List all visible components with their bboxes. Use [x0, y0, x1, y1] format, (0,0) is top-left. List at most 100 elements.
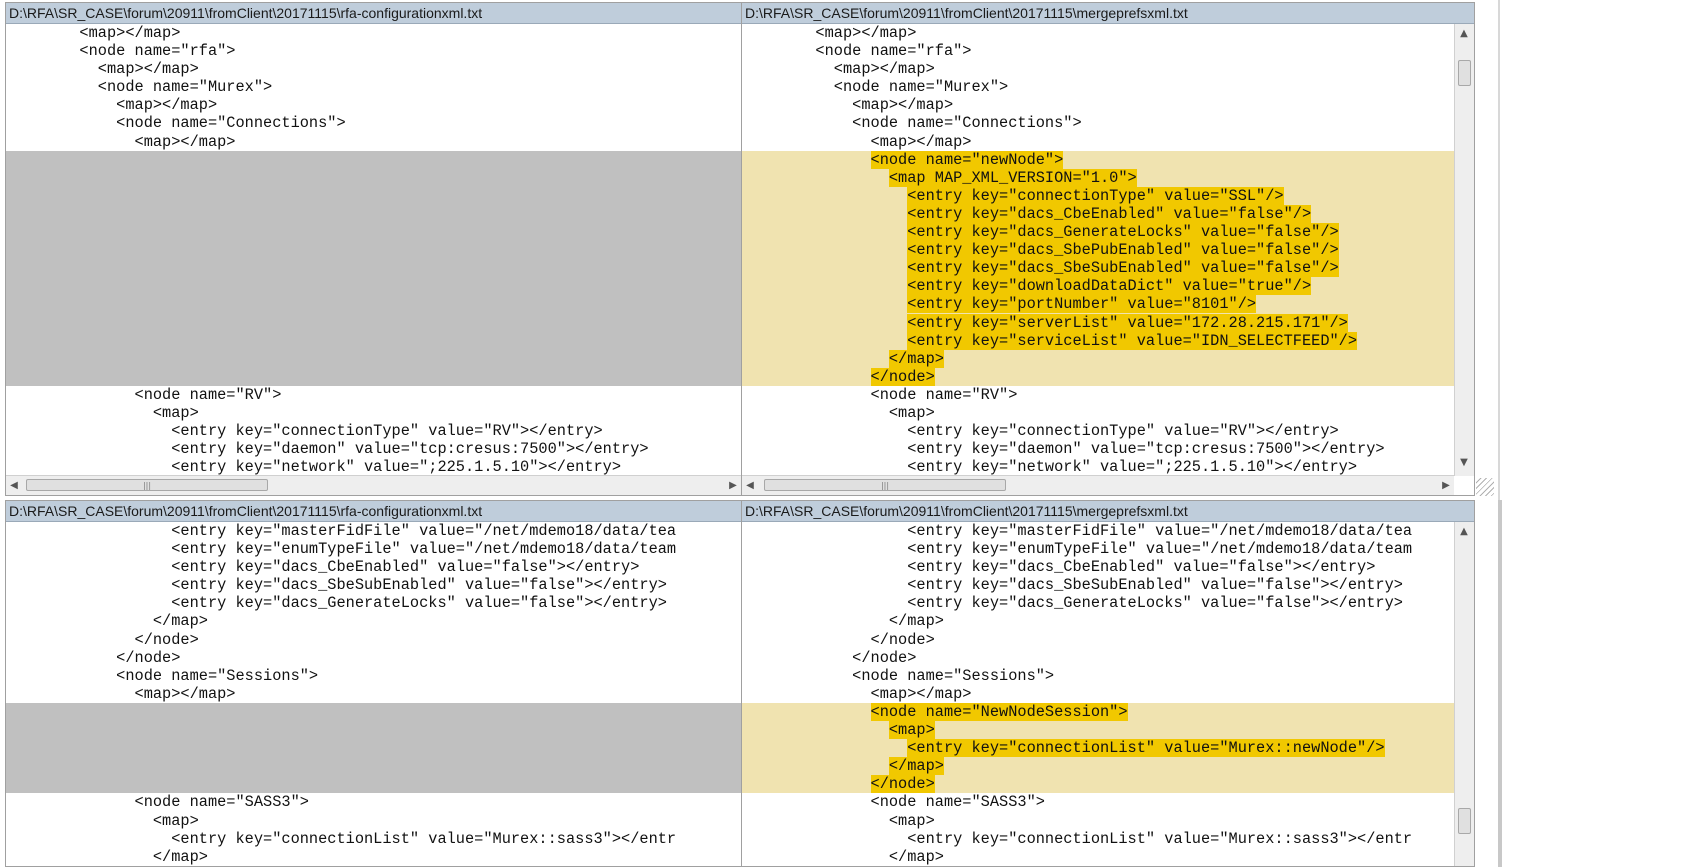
code-line: </map> — [6, 847, 208, 866]
vertical-scrollbar[interactable]: ▲ ▼ — [1454, 24, 1474, 476]
missing-line — [6, 204, 741, 224]
inserted-line: <entry key="serverList" value="172.28.21… — [742, 313, 1454, 332]
code-line: <node name="Connections"> — [6, 114, 346, 133]
missing-line — [6, 241, 741, 260]
code-line: <entry key="connectionType" value="RV"><… — [6, 422, 603, 441]
inserted-text: <entry key="dacs_SbePubEnabled" value="f… — [907, 241, 1339, 260]
scroll-thumb[interactable]: ||| — [26, 479, 268, 491]
code-line: <entry key="enumTypeFile" value="/net/md… — [6, 540, 677, 559]
inserted-line: <entry key="connectionList" value="Murex… — [742, 739, 1454, 758]
scroll-thumb[interactable]: ||| — [764, 479, 1006, 491]
code-line: </map> — [742, 612, 944, 631]
horizontal-scrollbar[interactable]: ◀ ||| ▶ — [6, 475, 741, 495]
code-line: <entry key="dacs_SbeSubEnabled" value="f… — [6, 576, 667, 595]
code-view[interactable]: <map></map> <node name="rfa"> <map></map… — [6, 24, 741, 476]
missing-line — [6, 259, 741, 278]
pane-bottom-left: D:\RFA\SR_CASE\forum\20911\fromClient\20… — [5, 500, 742, 867]
code-view[interactable]: <map></map> <node name="rfa"> <map></map… — [742, 24, 1454, 476]
inserted-line: </map> — [742, 757, 1454, 776]
inserted-text: <entry key="connectionType" value="SSL"/… — [907, 186, 1284, 205]
code-line: <map></map> — [742, 684, 972, 703]
code-line: <map></map> — [742, 96, 954, 115]
pane-title: D:\RFA\SR_CASE\forum\20911\fromClient\20… — [742, 3, 1474, 24]
code-line: <map> — [6, 403, 199, 422]
inserted-text: <entry key="dacs_SbeSubEnabled" value="f… — [907, 259, 1339, 278]
scroll-right-arrow-icon[interactable]: ▶ — [725, 476, 741, 495]
code-line: <node name="Murex"> — [742, 78, 1009, 97]
vertical-scrollbar[interactable]: ▲ — [1454, 522, 1474, 866]
code-line: <entry key="masterFidFile" value="/net/m… — [6, 522, 677, 540]
scroll-up-arrow-icon[interactable]: ▲ — [1456, 522, 1472, 541]
inserted-line: <entry key="connectionType" value="SSL"/… — [742, 186, 1454, 205]
missing-line — [6, 367, 741, 386]
code-view[interactable]: <entry key="masterFidFile" value="/net/m… — [6, 522, 741, 866]
inserted-line: <entry key="dacs_SbePubEnabled" value="f… — [742, 241, 1454, 260]
code-line: <map></map> — [742, 60, 935, 79]
missing-line — [6, 295, 741, 314]
code-line: </map> — [6, 612, 208, 631]
inserted-text: <node name="newNode"> — [870, 150, 1064, 169]
scroll-right-arrow-icon[interactable]: ▶ — [1438, 476, 1454, 495]
code-line: <entry key="dacs_CbeEnabled" value="fals… — [742, 558, 1376, 577]
code-line: <entry key="network" value=";225.1.5.10"… — [742, 458, 1358, 476]
inserted-text: </node> — [870, 775, 935, 794]
missing-line — [6, 775, 741, 794]
window-edge — [1498, 500, 1502, 867]
code-line: <node name="rfa"> — [742, 42, 972, 61]
code-line: </map> — [742, 847, 944, 866]
code-line: <map> — [6, 811, 199, 830]
inserted-text: <map> — [888, 721, 935, 740]
inserted-text: <entry key="serviceList" value="IDN_SELE… — [907, 331, 1358, 350]
inserted-line: <map MAP_XML_VERSION="1.0"> — [742, 168, 1454, 187]
missing-line — [6, 739, 741, 758]
inserted-line: <entry key="downloadDataDict" value="tru… — [742, 277, 1454, 296]
window-edge — [1498, 0, 1500, 500]
code-line: <map> — [742, 811, 935, 830]
missing-line — [6, 150, 741, 169]
grip-icon: ||| — [142, 481, 152, 490]
code-line: </node> — [6, 630, 199, 649]
horizontal-scrollbar[interactable]: ◀ ||| ▶ — [742, 475, 1454, 495]
missing-line — [6, 277, 741, 296]
code-line: <entry key="connectionList" value="Murex… — [6, 829, 677, 848]
inserted-text: </map> — [888, 757, 944, 776]
pane-top-left: D:\RFA\SR_CASE\forum\20911\fromClient\20… — [5, 2, 742, 496]
code-line: <node name="SASS3"> — [6, 793, 309, 812]
inserted-line: </node> — [742, 367, 1454, 386]
missing-line — [6, 313, 741, 332]
code-line: <entry key="daemon" value="tcp:cresus:75… — [742, 440, 1385, 459]
code-line: <entry key="dacs_SbeSubEnabled" value="f… — [742, 576, 1403, 595]
code-line: <entry key="dacs_GenerateLocks" value="f… — [742, 594, 1403, 613]
code-line: <map></map> — [6, 60, 199, 79]
inserted-text: <entry key="portNumber" value="8101"/> — [907, 295, 1257, 314]
scroll-thumb[interactable] — [1458, 808, 1471, 834]
scroll-thumb[interactable] — [1458, 60, 1471, 86]
pane-title: D:\RFA\SR_CASE\forum\20911\fromClient\20… — [742, 501, 1474, 522]
code-line: <entry key="dacs_GenerateLocks" value="f… — [6, 594, 667, 613]
scroll-left-arrow-icon[interactable]: ◀ — [742, 476, 758, 495]
missing-line — [6, 331, 741, 350]
inserted-text: <entry key="connectionList" value="Murex… — [907, 739, 1385, 758]
inserted-text: <entry key="serverList" value="172.28.21… — [907, 313, 1348, 332]
resize-grip-icon[interactable] — [1476, 478, 1494, 496]
inserted-line: <entry key="serviceList" value="IDN_SELE… — [742, 331, 1454, 350]
code-line: <map></map> — [6, 132, 236, 151]
code-view[interactable]: <entry key="masterFidFile" value="/net/m… — [742, 522, 1454, 866]
scroll-down-arrow-icon[interactable]: ▼ — [1456, 453, 1472, 472]
code-line: <entry key="network" value=";225.1.5.10"… — [6, 458, 622, 476]
inserted-line: <entry key="dacs_SbeSubEnabled" value="f… — [742, 259, 1454, 278]
code-line: <entry key="enumTypeFile" value="/net/md… — [742, 540, 1413, 559]
code-line: <node name="RV"> — [742, 385, 1018, 404]
code-line: </node> — [742, 648, 917, 667]
code-line: <map> — [742, 403, 935, 422]
inserted-text: </map> — [888, 349, 944, 368]
scroll-up-arrow-icon[interactable]: ▲ — [1456, 24, 1472, 43]
missing-line — [6, 721, 741, 740]
inserted-line: </node> — [742, 775, 1454, 794]
inserted-text: <entry key="downloadDataDict" value="tru… — [907, 277, 1312, 296]
code-line: <map></map> — [6, 96, 218, 115]
code-line: <node name="SASS3"> — [742, 793, 1045, 812]
code-line: <map></map> — [6, 24, 181, 42]
scroll-left-arrow-icon[interactable]: ◀ — [6, 476, 22, 495]
missing-line — [6, 702, 741, 722]
